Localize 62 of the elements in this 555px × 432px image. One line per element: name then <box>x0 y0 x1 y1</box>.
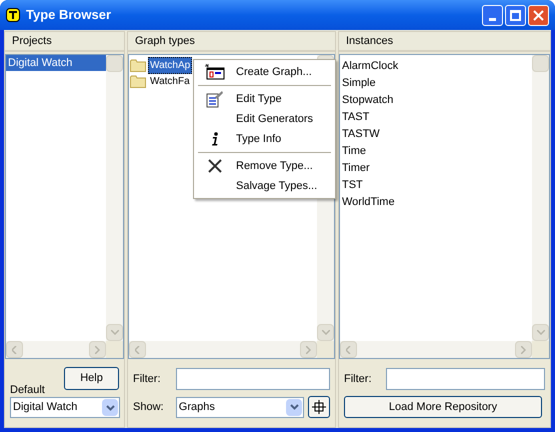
instance-item[interactable]: AlarmClock <box>340 58 532 75</box>
window-icon <box>205 64 225 80</box>
close-icon <box>208 159 222 173</box>
instance-item[interactable]: Time <box>340 143 532 160</box>
maximize-button[interactable] <box>505 4 526 26</box>
show-label: Show: <box>133 400 165 415</box>
dropdown[interactable]: Graphs <box>176 396 304 418</box>
menu-item[interactable]: Type Info <box>194 129 335 149</box>
close-button[interactable] <box>528 4 549 26</box>
crosshair-icon <box>312 400 326 414</box>
dropdown[interactable]: Digital Watch <box>10 397 120 418</box>
help-button[interactable]: Help <box>64 367 119 390</box>
add-button[interactable] <box>308 396 330 418</box>
chevron-down-icon <box>290 404 299 410</box>
scroll-down-button[interactable] <box>317 324 334 341</box>
filter-field[interactable] <box>386 368 545 390</box>
app-icon <box>6 8 20 22</box>
horizontal-scrollbar[interactable] <box>6 341 106 358</box>
instance-item[interactable]: Timer <box>340 160 532 177</box>
vertical-scrollbar[interactable] <box>106 55 123 341</box>
scroll-right-button[interactable] <box>515 341 532 358</box>
window-title: Type Browser <box>26 6 112 24</box>
scroll-right-button[interactable] <box>300 341 317 358</box>
document-edit-icon <box>206 90 224 108</box>
filter-label: Filter: <box>133 372 162 387</box>
scroll-up-button[interactable] <box>532 55 549 72</box>
project-item[interactable]: Digital Watch <box>6 55 106 71</box>
scroll-down-button[interactable] <box>106 324 123 341</box>
info-icon <box>211 132 219 146</box>
scroll-right-button[interactable] <box>89 341 106 358</box>
folder-icon <box>130 74 146 88</box>
scrollbar-corner <box>106 341 123 358</box>
instance-item[interactable]: WorldTime <box>340 194 532 211</box>
graph-type-item[interactable]: WatchAp <box>148 56 192 74</box>
graph-type-item[interactable]: WatchFa <box>148 72 192 90</box>
scrollbar-corner <box>317 341 334 358</box>
instance-item[interactable]: TASTW <box>340 126 532 143</box>
load-more-button[interactable]: Load More Repository <box>344 396 542 418</box>
menu-item[interactable]: Edit Generators <box>194 109 335 129</box>
menu-item[interactable]: Create Graph... <box>194 62 335 82</box>
filter-field[interactable] <box>176 368 330 390</box>
minimize-button[interactable] <box>482 4 503 26</box>
instance-item[interactable]: TST <box>340 177 532 194</box>
scroll-up-button[interactable] <box>106 55 123 72</box>
instance-item[interactable]: Stopwatch <box>340 92 532 109</box>
horizontal-scrollbar[interactable] <box>340 341 532 358</box>
scroll-left-button[interactable] <box>6 341 23 358</box>
chevron-down-icon <box>106 404 114 410</box>
close-icon <box>533 10 544 20</box>
instance-item[interactable]: TAST <box>340 109 532 126</box>
vertical-scrollbar[interactable] <box>532 55 549 341</box>
scroll-left-button[interactable] <box>340 341 357 358</box>
horizontal-scrollbar[interactable] <box>129 341 317 358</box>
menu-item[interactable]: Remove Type... <box>194 156 335 176</box>
filter-label: Filter: <box>344 372 372 387</box>
menu-item[interactable]: Edit Type <box>194 89 335 109</box>
scroll-left-button[interactable] <box>129 341 146 358</box>
folder-icon <box>130 58 146 72</box>
default-label: Default <box>10 384 46 397</box>
scroll-down-button[interactable] <box>532 324 549 341</box>
instance-item[interactable]: Simple <box>340 75 532 92</box>
menu-item[interactable]: Salvage Types... <box>194 176 335 196</box>
